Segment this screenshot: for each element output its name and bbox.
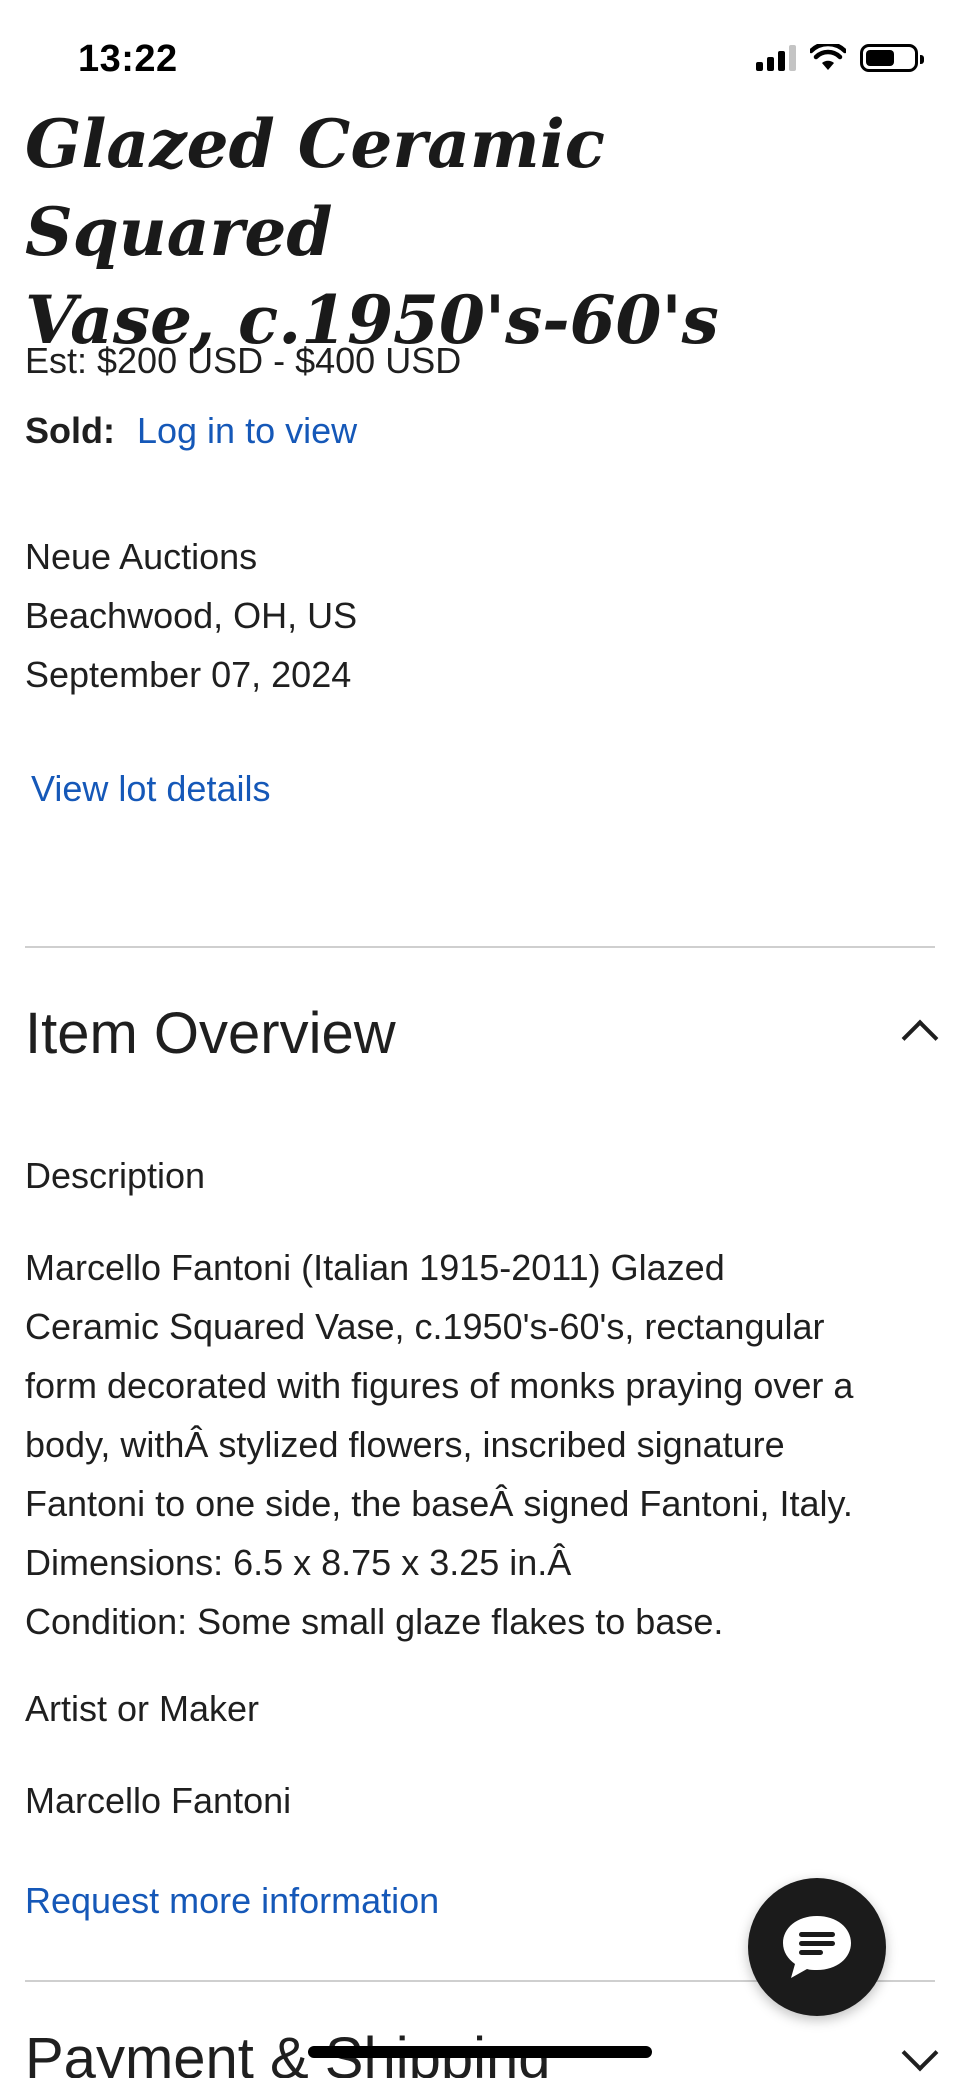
home-indicator xyxy=(308,2046,652,2058)
auction-info: Neue Auctions Beachwood, OH, US Septembe… xyxy=(25,527,357,704)
lot-title-line1: Glazed Ceramic Squared xyxy=(25,105,605,271)
status-time: 13:22 xyxy=(78,38,178,80)
lot-title: Glazed Ceramic Squared Vase, c.1950's-60… xyxy=(25,100,935,364)
sold-label: Sold: xyxy=(25,410,115,451)
artist-name: Marcello Fantoni xyxy=(25,1780,292,1821)
login-to-view-link[interactable]: Log in to view xyxy=(137,410,357,452)
chat-button[interactable] xyxy=(748,1878,886,2016)
description-text: Marcello Fantoni (Italian 1915-2011) Gla… xyxy=(25,1247,854,1642)
wifi-icon xyxy=(810,44,846,70)
chat-bubble-icon xyxy=(783,1916,851,1978)
signal-icon xyxy=(756,45,796,71)
auction-date: September 07, 2024 xyxy=(25,654,352,695)
status-icons xyxy=(756,44,924,72)
request-more-info-link[interactable]: Request more information xyxy=(25,1880,439,1922)
auction-location: Beachwood, OH, US xyxy=(25,595,358,636)
description-label: Description xyxy=(25,1155,206,1196)
chevron-down-icon[interactable] xyxy=(901,2034,939,2072)
battery-icon xyxy=(860,44,924,72)
divider xyxy=(25,946,935,948)
item-overview-heading[interactable]: Item Overview xyxy=(25,1000,396,1067)
auction-house: Neue Auctions xyxy=(25,536,258,577)
sold-row: Sold: Log in to view xyxy=(25,410,357,452)
estimate-text: Est: $200 USD - $400 USD xyxy=(25,340,462,381)
chevron-up-icon[interactable] xyxy=(901,1019,939,1057)
artist-label: Artist or Maker xyxy=(25,1688,260,1729)
status-bar: 13:22 xyxy=(0,0,960,110)
view-lot-details-link[interactable]: View lot details xyxy=(31,768,270,810)
